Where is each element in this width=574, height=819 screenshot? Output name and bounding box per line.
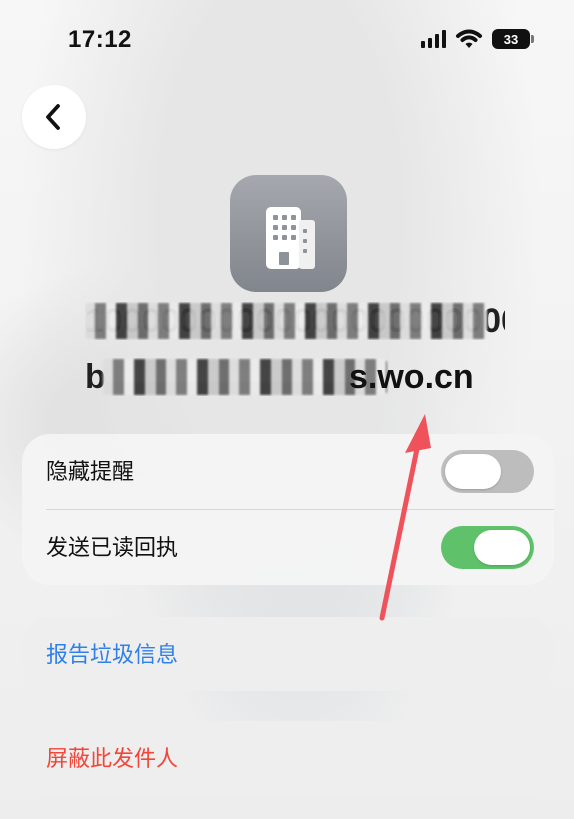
building-icon (265, 206, 315, 269)
sender-email-domain: s.wo.cn (349, 358, 474, 396)
sender-number-line: 100000000000000000000000 (85, 302, 505, 340)
signal-icon (421, 30, 446, 48)
toggle-knob (445, 454, 501, 489)
report-spam-button[interactable]: 报告垃圾信息 (22, 617, 554, 691)
toggle-knob (474, 530, 530, 565)
back-button[interactable] (22, 85, 86, 149)
sender-email-line: b s.wo.cn (85, 358, 505, 396)
status-bar: 17:12 33 (0, 0, 574, 80)
battery-level: 33 (503, 31, 519, 47)
chevron-left-icon (46, 104, 60, 130)
redaction-mosaic (103, 359, 387, 395)
hide-alerts-row: 隐藏提醒 (22, 434, 554, 510)
hide-alerts-toggle[interactable] (441, 450, 534, 493)
wifi-icon (456, 29, 482, 48)
notification-settings-group: 隐藏提醒 发送已读回执 (22, 434, 554, 585)
send-read-receipts-row: 发送已读回执 (22, 510, 554, 585)
send-read-receipts-toggle[interactable] (441, 526, 534, 569)
background (0, 0, 574, 819)
status-icons: 33 (421, 29, 534, 49)
report-spam-label: 报告垃圾信息 (46, 642, 179, 667)
battery-icon: 33 (492, 29, 534, 49)
status-time: 17:12 (68, 26, 132, 53)
redaction-mosaic (85, 303, 487, 339)
red-annotation-arrow-icon (379, 414, 431, 621)
send-read-receipts-label: 发送已读回执 (46, 535, 179, 560)
sender-avatar (230, 175, 347, 292)
block-sender-button[interactable]: 屏蔽此发件人 (22, 721, 554, 795)
block-sender-label: 屏蔽此发件人 (46, 746, 179, 771)
hide-alerts-label: 隐藏提醒 (46, 459, 135, 484)
